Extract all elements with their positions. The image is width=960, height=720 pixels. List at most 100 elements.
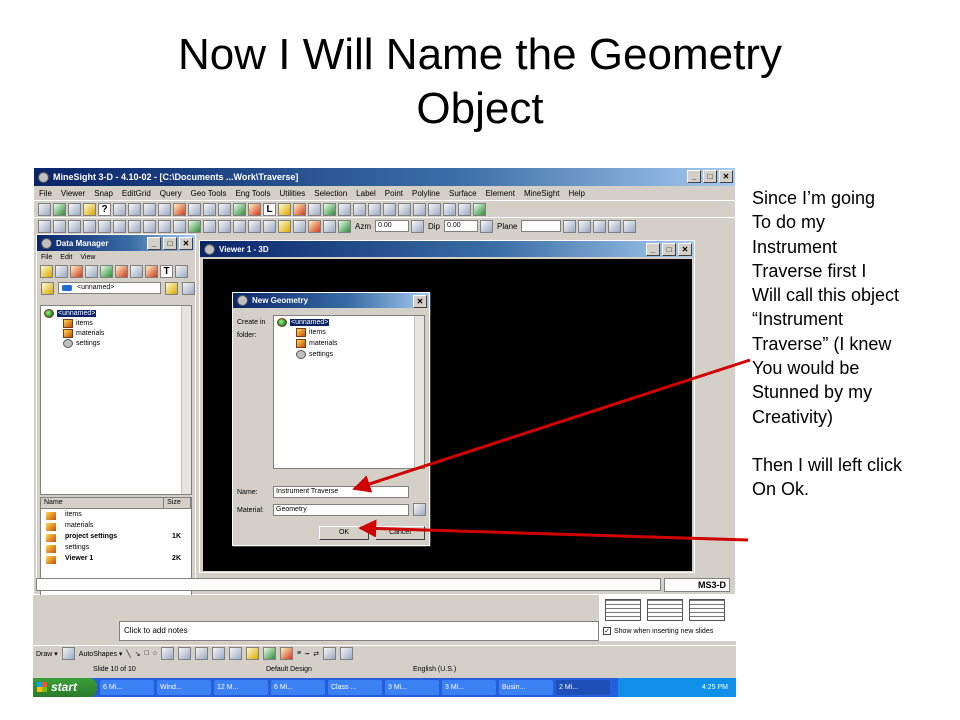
column-size[interactable]: Size	[164, 498, 191, 508]
menu-query[interactable]: Query	[160, 189, 182, 198]
toolbar-icon[interactable]	[368, 202, 381, 216]
close-button[interactable]: ✕	[678, 243, 692, 256]
zoom-icon[interactable]	[53, 219, 66, 233]
maximize-button[interactable]: □	[163, 237, 177, 250]
toolbar-icon[interactable]	[428, 202, 441, 216]
name-field[interactable]: Instrument Traverse	[273, 486, 409, 498]
minesight-titlebar[interactable]: MineSight 3-D - 4.10-02 - [C:\Documents …	[34, 168, 735, 186]
close-button[interactable]: ✕	[719, 170, 733, 183]
tree-item[interactable]: settings	[296, 350, 333, 359]
text-tool-icon[interactable]: T	[160, 265, 173, 278]
toolbar-icon[interactable]	[188, 202, 201, 216]
shadow-icon[interactable]	[323, 647, 337, 660]
textbox-icon[interactable]	[160, 647, 174, 660]
toolbar-icon[interactable]	[53, 202, 66, 216]
font-color-icon[interactable]	[279, 647, 293, 660]
start-button[interactable]: start	[33, 678, 97, 697]
toolbar-icon[interactable]	[203, 219, 216, 233]
close-button[interactable]: ✕	[179, 237, 193, 250]
tree-item[interactable]: items	[63, 319, 93, 328]
minimize-button[interactable]: _	[147, 237, 161, 250]
toolbar-icon[interactable]	[308, 219, 321, 233]
menu-polyline[interactable]: Polyline	[412, 189, 440, 198]
folder-icon[interactable]	[40, 265, 53, 278]
toolbar-icon[interactable]	[173, 219, 186, 233]
clipart-icon[interactable]	[211, 647, 225, 660]
menu-file[interactable]: File	[39, 189, 52, 198]
zoom-icon[interactable]	[38, 219, 51, 233]
show-when-inserting-checkbox[interactable]: ✓ Show when inserting new slides	[603, 627, 713, 635]
arrow-style-icon[interactable]: ⇄	[313, 650, 319, 658]
arrow-up-icon[interactable]	[480, 219, 494, 233]
minimize-button[interactable]: _	[646, 243, 660, 256]
diagram-icon[interactable]	[194, 647, 208, 660]
menu-file[interactable]: File	[41, 254, 52, 261]
layout-thumbnail[interactable]	[647, 599, 683, 621]
toolbar-icon[interactable]	[143, 219, 156, 233]
list-item[interactable]: project settings 1K	[41, 531, 191, 542]
toolbar-icon[interactable]	[338, 202, 351, 216]
toolbar-icon[interactable]	[248, 219, 261, 233]
maximize-button[interactable]: □	[662, 243, 676, 256]
toolbar-icon[interactable]	[443, 202, 456, 216]
toolbar-icon[interactable]	[323, 202, 336, 216]
toolbar-icon[interactable]	[158, 219, 171, 233]
cancel-button[interactable]: Cancel	[375, 526, 425, 540]
dialog-titlebar[interactable]: New Geometry ✕	[233, 293, 429, 308]
toolbar-icon[interactable]	[218, 202, 231, 216]
menu-label[interactable]: Label	[356, 189, 376, 198]
taskbar-task[interactable]: 3 Mi...	[442, 680, 496, 695]
list-item[interactable]: materials	[41, 520, 191, 531]
draw-menu[interactable]: Draw ▾	[36, 650, 58, 658]
list-item[interactable]: Viewer 1 2K	[41, 553, 191, 564]
zoom-icon[interactable]	[68, 219, 81, 233]
tree-scrollbar[interactable]	[181, 306, 191, 494]
arrow-left-icon[interactable]	[411, 219, 424, 233]
layout-thumbnail[interactable]	[605, 599, 641, 621]
save-icon[interactable]	[182, 281, 195, 295]
toolbar-icon[interactable]	[100, 265, 113, 278]
toolbar-icon[interactable]	[323, 219, 336, 233]
viewer-titlebar[interactable]: Viewer 1 - 3D _ □ ✕	[200, 241, 694, 257]
fill-color-icon[interactable]	[245, 647, 259, 660]
oval-icon[interactable]: ○	[153, 650, 157, 657]
layout-thumbnail[interactable]	[689, 599, 725, 621]
toolbar-icon[interactable]	[413, 202, 426, 216]
menu-surface[interactable]: Surface	[449, 189, 477, 198]
toolbar-icon[interactable]	[98, 219, 111, 233]
menu-element[interactable]: Element	[486, 189, 515, 198]
arrow-icon[interactable]: ↘	[135, 650, 141, 658]
menu-eng-tools[interactable]: Eng Tools	[235, 189, 270, 198]
toolbar-icon[interactable]	[130, 265, 143, 278]
menu-editgrid[interactable]: EditGrid	[122, 189, 151, 198]
select-arrow-icon[interactable]	[61, 647, 75, 660]
toolbar-icon[interactable]	[83, 202, 96, 216]
toolbar-icon[interactable]	[128, 219, 141, 233]
toolbar-icon[interactable]	[173, 202, 186, 216]
3d-icon[interactable]	[340, 647, 354, 660]
tree-item[interactable]: <unnamed>	[44, 309, 97, 318]
toolbar-icon[interactable]	[233, 202, 246, 216]
autoshapes-menu[interactable]: AutoShapes ▾	[79, 650, 123, 658]
toolbar-icon[interactable]	[383, 202, 396, 216]
dialog-tree-scrollbar[interactable]	[414, 316, 424, 468]
taskbar-task[interactable]: Class ...	[328, 680, 382, 695]
toolbar-icon[interactable]	[203, 202, 216, 216]
taskbar-task[interactable]: Busin...	[499, 680, 553, 695]
dialog-close-button[interactable]: ✕	[413, 295, 427, 308]
rectangle-icon[interactable]: □	[145, 650, 149, 657]
toolbar-icon[interactable]	[68, 202, 81, 216]
toolbar-icon[interactable]	[278, 219, 291, 233]
taskbar-task[interactable]: 6 Mi...	[100, 680, 154, 695]
toolbar-icon[interactable]	[38, 202, 51, 216]
tree-item[interactable]: materials	[63, 329, 104, 338]
toolbar-icon[interactable]	[623, 219, 637, 233]
toolbar-icon[interactable]	[85, 265, 98, 278]
menu-view[interactable]: View	[80, 254, 95, 261]
taskbar-task[interactable]: 6 Mi...	[271, 680, 325, 695]
ok-button[interactable]: OK	[319, 526, 369, 540]
toolbar-icon[interactable]	[293, 219, 306, 233]
toolbar-icon[interactable]	[293, 202, 306, 216]
menu-edit[interactable]: Edit	[60, 254, 72, 261]
toolbar-icon[interactable]	[398, 202, 411, 216]
